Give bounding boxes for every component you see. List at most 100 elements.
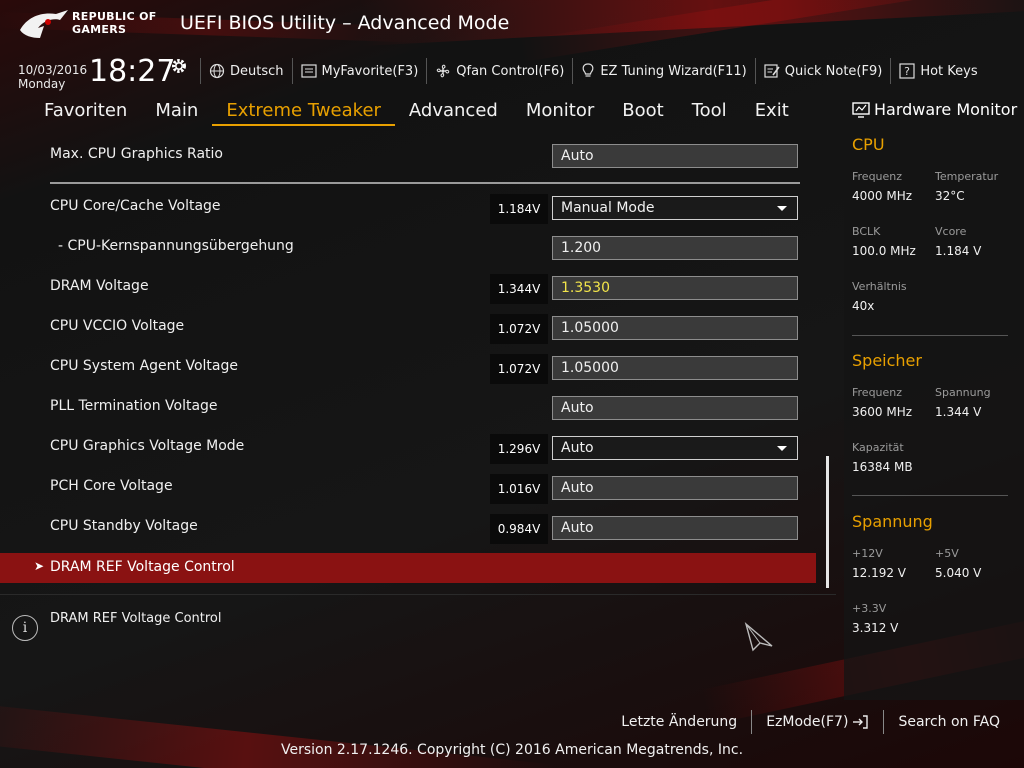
mouse-cursor-icon [744,622,773,652]
ratio-label: Verhältnis [852,280,907,293]
bclk-value: 100.0 MHz [852,244,916,258]
myfavorite-button[interactable]: MyFavorite(F3) [291,58,427,84]
tab-monitor[interactable]: Monitor [512,96,608,126]
main-nav: Favoriten Main Extreme Tweaker Advanced … [30,96,803,126]
page-title: UEFI BIOS Utility – Advanced Mode [180,12,510,34]
memory-volt-value: 1.344 V [935,405,982,419]
setting-input-pll-termination-voltage[interactable]: Auto [552,396,798,420]
svg-text:?: ? [904,65,910,78]
ezmode-label: EzMode(F7) [766,714,849,730]
tab-exit[interactable]: Exit [741,96,803,126]
language-label: Deutsch [230,63,284,79]
setting-row-pll-termination-voltage[interactable]: PLL Termination Voltage Auto [0,388,820,428]
memory-freq-label: Frequenz [852,386,903,399]
setting-label: PLL Termination Voltage [50,398,218,414]
setting-label: CPU System Agent Voltage [50,358,238,374]
ez-tuning-wizard-label: EZ Tuning Wizard(F11) [600,63,747,79]
setting-label: PCH Core Voltage [50,478,173,494]
setting-row-dram-voltage[interactable]: DRAM Voltage 1.344V 1.3530 [0,268,820,308]
bulb-icon [582,63,594,77]
tab-advanced[interactable]: Advanced [395,96,512,126]
setting-row-cpu-core-override[interactable]: - CPU-Kernspannungsübergehung 1.200 [0,228,820,268]
setting-row-cpu-system-agent-voltage[interactable]: CPU System Agent Voltage 1.072V 1.05000 [0,348,820,388]
setting-label: CPU Core/Cache Voltage [50,198,221,214]
copyright-text: Version 2.17.1246. Copyright (C) 2016 Am… [280,742,744,758]
last-change-button[interactable]: Letzte Änderung [607,710,751,734]
setting-input-cpu-system-agent-voltage[interactable]: 1.05000 [552,356,798,380]
question-icon: ? [899,63,915,79]
voltage-readout: 1.184V [490,194,548,224]
setting-row-cpu-graphics-voltage-mode[interactable]: CPU Graphics Voltage Mode 1.296V Auto [0,428,820,468]
setting-input-max-cpu-graphics-ratio[interactable]: Auto [552,144,798,168]
memory-volt-label: Spannung [935,386,991,399]
tab-main[interactable]: Main [141,96,212,126]
gear-icon[interactable] [170,57,188,75]
section-divider [852,495,1008,496]
quick-note-label: Quick Note(F9) [784,63,883,79]
bclk-label: BCLK [852,225,881,238]
voltage-readout: 1.016V [490,474,548,504]
ezmode-button[interactable]: EzMode(F7) [751,710,883,734]
hot-keys-label: Hot Keys [920,63,978,79]
exit-arrow-icon [853,715,869,729]
tab-extreme-tweaker[interactable]: Extreme Tweaker [212,96,395,126]
scrollbar[interactable] [826,456,829,588]
date: 10/03/2016 [18,63,88,77]
setting-row-pch-core-voltage[interactable]: PCH Core Voltage 1.016V Auto [0,468,820,508]
section-divider [852,335,1008,336]
tab-boot[interactable]: Boot [608,96,677,126]
cpu-temp-label: Temperatur [935,170,999,183]
vcore-value: 1.184 V [935,244,982,258]
setting-input-pch-core-voltage[interactable]: Auto [552,476,798,500]
hardware-monitor-title: Hardware Monitor [852,100,1017,119]
v33-label: +3.3V [852,602,887,615]
memory-freq-value: 3600 MHz [852,405,913,419]
setting-row-cpu-core-cache-voltage[interactable]: CPU Core/Cache Voltage 1.184V Manual Mod… [0,188,820,228]
clock-time: 18:27 [89,54,176,89]
setting-select-cpu-graphics-voltage-mode[interactable]: Auto [552,436,798,460]
search-faq-button[interactable]: Search on FAQ [883,710,1014,734]
setting-label: CPU VCCIO Voltage [50,318,185,334]
globe-icon [209,63,225,79]
memory-capacity-value: 16384 MB [852,460,913,474]
weekday: Monday [18,77,66,91]
language-button[interactable]: Deutsch [200,58,292,84]
hot-keys-button[interactable]: ? Hot Keys [890,58,985,84]
voltage-readout: 0.984V [490,514,548,544]
setting-row-cpu-standby-voltage[interactable]: CPU Standby Voltage 0.984V Auto [0,508,820,548]
tab-tool[interactable]: Tool [678,96,741,126]
select-value: Manual Mode [561,200,655,216]
date-display: 10/03/2016 Monday [18,63,87,91]
voltage-readout: 1.296V [490,434,548,464]
setting-row-cpu-vccio-voltage[interactable]: CPU VCCIO Voltage 1.072V 1.05000 [0,308,820,348]
myfavorite-label: MyFavorite(F3) [321,63,419,79]
ez-tuning-wizard-button[interactable]: EZ Tuning Wizard(F11) [572,58,754,84]
section-divider [50,182,800,184]
monitor-icon [852,101,870,118]
tab-favoriten[interactable]: Favoriten [30,96,141,126]
header: REPUBLIC OF GAMERS UEFI BIOS Utility – A… [0,0,1024,52]
setting-input-cpu-vccio-voltage[interactable]: 1.05000 [552,316,798,340]
info-icon: i [12,615,38,641]
footer: Letzte Änderung EzMode(F7) Search on FAQ… [0,702,1024,768]
footer-buttons: Letzte Änderung EzMode(F7) Search on FAQ [607,710,1014,734]
voltage-readout: 1.072V [490,354,548,384]
cpu-heading: CPU [852,135,885,154]
qfan-control-label: Qfan Control(F6) [456,63,565,79]
memory-heading: Speicher [852,351,922,370]
fan-icon [437,64,450,78]
chevron-down-icon [777,206,787,211]
setting-label: DRAM Voltage [50,278,149,294]
quick-note-button[interactable]: Quick Note(F9) [754,58,891,84]
note-icon [764,64,780,78]
help-panel: i DRAM REF Voltage Control [0,594,836,702]
qfan-control-button[interactable]: Qfan Control(F6) [426,58,572,84]
setting-input-dram-voltage[interactable]: 1.3530 [552,276,798,300]
setting-row-max-cpu-graphics-ratio[interactable]: Max. CPU Graphics Ratio Auto [0,136,820,176]
setting-input-cpu-standby-voltage[interactable]: Auto [552,516,798,540]
submenu-dram-ref-voltage-control[interactable]: ➤ DRAM REF Voltage Control [0,553,816,583]
setting-input-cpu-core-override[interactable]: 1.200 [552,236,798,260]
setting-select-cpu-core-cache-voltage[interactable]: Manual Mode [552,196,798,220]
voltage-heading: Spannung [852,512,933,531]
brand-text: REPUBLIC OF GAMERS [72,10,157,36]
